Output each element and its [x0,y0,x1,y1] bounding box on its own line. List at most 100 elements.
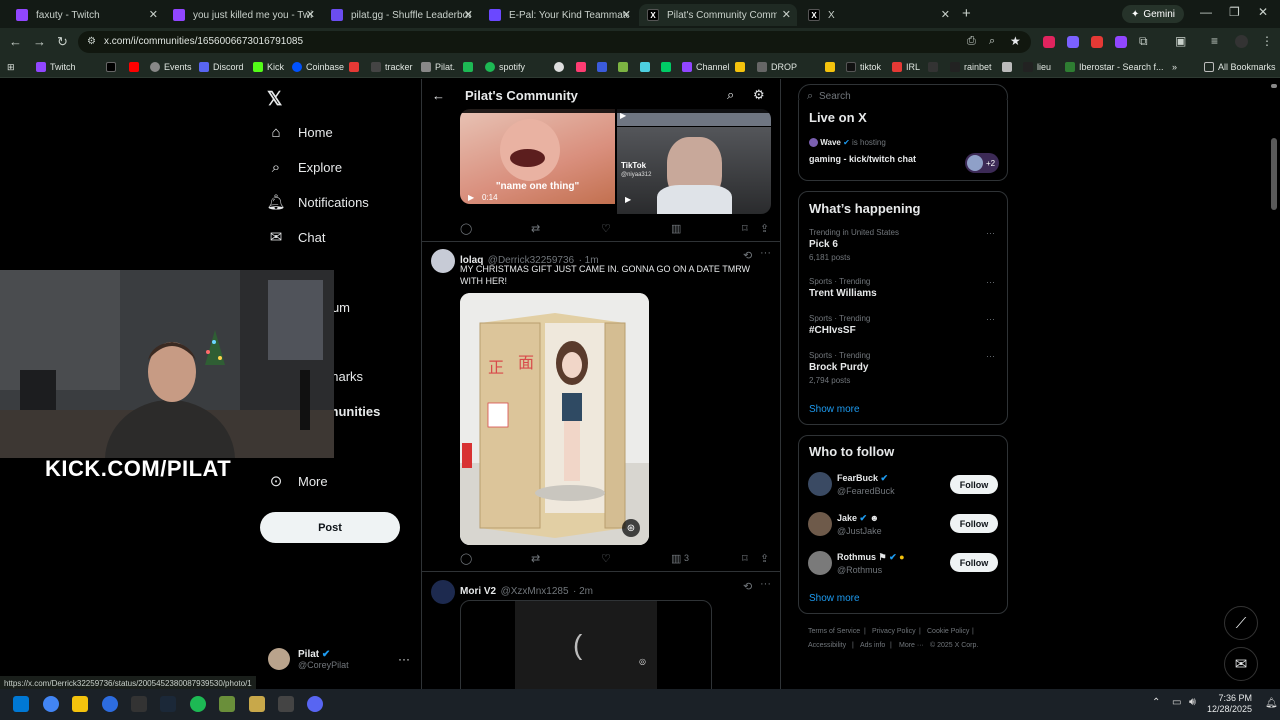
follow-user[interactable]: Rothmus ⚑ ✔ ● @Rothmus [837,552,905,575]
follow-button[interactable]: Follow [950,553,998,572]
trend-item[interactable]: Sports · Trending #CHIvsSF [809,314,870,336]
play-icon[interactable]: ▶ [468,193,474,202]
bookmark-calc[interactable] [1002,61,1012,73]
trend-item[interactable]: Sports · Trending Brock Purdy 2,794 post… [809,351,870,385]
x-logo-icon[interactable]: 𝕏 [267,88,282,111]
bookmark-dark[interactable] [928,61,938,73]
app-icon[interactable] [278,696,294,712]
scrollbar-up[interactable] [1271,84,1277,88]
footer-ads-info[interactable]: Ads info [860,642,885,649]
trend-more-icon[interactable]: ··· [986,351,995,361]
forward-icon[interactable]: → [33,34,46,49]
all-bookmarks[interactable]: All Bookmarks [1204,61,1276,73]
file-explorer-icon[interactable] [72,696,88,712]
account-more-icon[interactable]: ··· [398,652,410,666]
back-icon[interactable]: ← [9,34,22,49]
close-icon[interactable]: ✕ [622,8,631,21]
tray-chevron-icon[interactable]: ⌃ [1152,697,1160,708]
close-icon[interactable]: ✕ [782,8,791,21]
minimize-icon[interactable]: — [1200,5,1212,19]
post-time[interactable]: · 2m [573,586,593,597]
bookmark-icon[interactable]: ⌑ [742,222,748,235]
bookmark-shop[interactable] [661,61,671,73]
post-more-icon[interactable]: ··· [760,578,771,590]
bookmark-events[interactable]: Events [150,61,192,73]
follow-button[interactable]: Follow [950,475,998,494]
post-image[interactable]: 正 面 ⊛ [460,293,649,545]
network-icon[interactable]: ▭ [1172,697,1181,708]
notifications-icon[interactable]: 🔔︎ [1265,698,1278,709]
extension-icon[interactable] [1067,36,1079,48]
close-icon[interactable]: ✕ [464,8,473,21]
taskbar-clock[interactable]: 7:36 PM 12/28/2025 [1207,693,1252,715]
bookmark-coinbase[interactable]: Coinbase [292,61,344,73]
grok-icon[interactable]: ⟲ [743,249,752,262]
bookmark-channel[interactable]: Channel [682,61,730,73]
star-icon[interactable]: ★ [1010,34,1021,48]
bookmark-yellow[interactable] [735,61,745,73]
trend-more-icon[interactable]: ··· [986,314,995,324]
close-icon[interactable]: ✕ [941,8,950,21]
apps-icon[interactable]: ⊞ [7,61,15,73]
author-handle[interactable]: @XzxMnx1285 [501,586,569,597]
back-arrow-icon[interactable]: ← [432,88,445,103]
share-icon[interactable]: ⇪ [760,222,769,235]
footer-terms[interactable]: Terms of Service [808,628,860,635]
profile-avatar[interactable] [1235,35,1248,48]
footer-privacy[interactable]: Privacy Policy [872,628,916,635]
follow-user[interactable]: Jake ✔ ☻ @JustJake [837,513,882,536]
bookmark-x[interactable] [106,61,116,73]
grok-icon[interactable]: ⟲ [743,580,752,593]
bookmark-irl[interactable]: IRL [892,61,920,73]
media-icon[interactable]: ≡ [1211,34,1218,48]
scrollbar-thumb[interactable] [1271,138,1277,210]
site-info-icon[interactable]: ⚙ [87,36,96,47]
like-icon[interactable]: ♡ [601,552,611,565]
browser-tab[interactable]: E-Pal: Your Kind Teammates ✕ [481,4,637,26]
video-thumbnail-tiktok[interactable]: TikTok @niyaa312 ▶ [617,127,771,214]
avatar[interactable] [808,472,832,496]
app-icon[interactable] [249,696,265,712]
reply-icon[interactable]: ◯ [460,552,472,565]
steam-icon[interactable] [160,696,176,712]
spotify-icon[interactable] [190,696,206,712]
live-stream-title[interactable]: gaming - kick/twitch chat [809,154,916,164]
live-listeners[interactable]: +2 [965,153,999,173]
sidebar-item-home[interactable]: ⌂ Home [268,124,332,141]
bookmark-green[interactable] [463,61,473,73]
close-icon[interactable]: ✕ [149,8,158,21]
settings-icon[interactable]: ⚙ [753,87,765,103]
reload-icon[interactable]: ↻ [57,34,68,50]
avatar[interactable] [808,512,832,536]
bookmark-green2[interactable] [618,61,628,73]
show-more-link[interactable]: Show more [809,593,860,604]
footer-accessibility[interactable]: Accessibility [808,642,846,649]
bookmark-rainbet[interactable]: rainbet [950,61,992,73]
epic-games-icon[interactable] [131,696,147,712]
browser-tab[interactable]: X X ✕ [800,4,956,26]
browser-tab[interactable]: faxuty - Twitch ✕ [8,4,164,26]
zoom-icon[interactable]: ⌕ [989,35,995,48]
url-text[interactable]: x.com/i/communities/1656006673016791085 [104,36,303,47]
extensions-puzzle-icon[interactable]: ⧉ [1139,34,1148,49]
trend-more-icon[interactable]: ··· [986,228,995,238]
grok-button[interactable]: ⟋ [1224,606,1258,640]
like-icon[interactable]: ♡ [601,222,611,235]
bookmark-yellow2[interactable] [825,61,835,73]
grok-image-icon[interactable]: ⊛ [622,519,640,537]
follow-button[interactable]: Follow [950,514,998,533]
trend-item[interactable]: Trending in United States Pick 6 6,181 p… [809,228,899,262]
close-icon[interactable]: ✕ [306,8,315,21]
play-icon[interactable]: ▶ [625,195,631,204]
follow-user[interactable]: FearBuck ✔ @FearedBuck [837,473,895,496]
install-app-icon[interactable]: ⎙ [967,35,976,48]
sidebar-item-notifications[interactable]: 🔔︎ Notifications [266,194,368,211]
footer-cookie[interactable]: Cookie Policy [927,628,969,635]
sidebar-item-explore[interactable]: ⌕ Explore [268,159,342,176]
bookmark-icon[interactable]: ⌑ [742,552,748,565]
bookmark-lieu[interactable]: lieu [1023,61,1051,73]
reply-icon[interactable]: ◯ [460,222,472,235]
extension-icon[interactable] [1043,36,1055,48]
bookmark-tracker[interactable]: tracker [371,61,413,73]
views-icon[interactable]: ▥ [671,222,681,235]
